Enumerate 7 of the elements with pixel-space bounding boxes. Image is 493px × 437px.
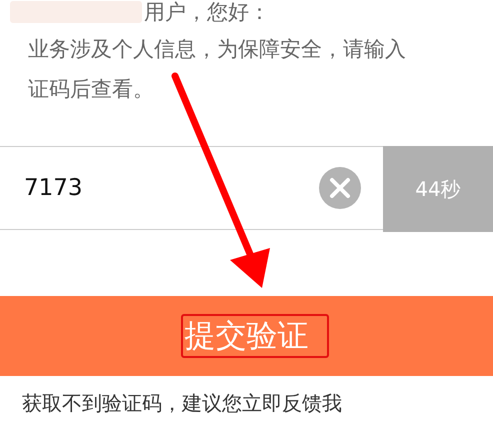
notice-text: 业务涉及个人信息，为保障安全，请输入	[28, 36, 407, 63]
greeting-text: 用户，您好：	[143, 0, 270, 26]
footer-text: 获取不到验证码，建议您立即反馈我	[21, 390, 343, 417]
notice-text: 证码后查看。	[28, 76, 155, 103]
code-input-field[interactable]: 7173	[22, 174, 319, 202]
submit-button[interactable]: 提交验证	[0, 296, 493, 376]
clear-icon[interactable]	[319, 167, 361, 209]
